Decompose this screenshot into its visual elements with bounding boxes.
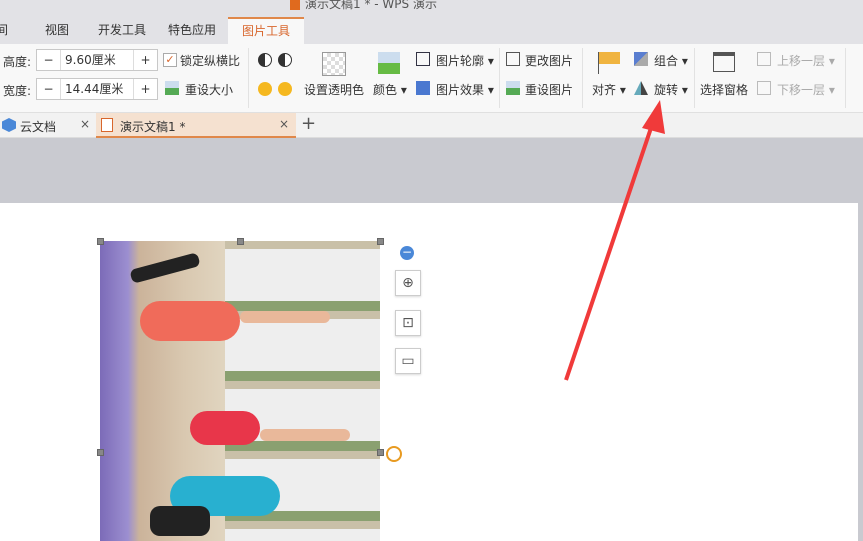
red-arrow-annotation bbox=[564, 100, 665, 381]
